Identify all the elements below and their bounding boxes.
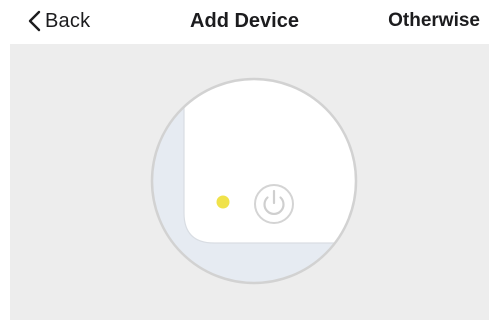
chevron-left-icon bbox=[28, 10, 41, 32]
indicator-light-icon bbox=[216, 195, 230, 209]
otherwise-button[interactable]: Otherwise bbox=[388, 7, 480, 35]
back-button[interactable]: Back bbox=[28, 7, 90, 35]
device-illustration bbox=[150, 77, 358, 285]
power-icon bbox=[254, 184, 294, 224]
illustration-panel bbox=[10, 44, 489, 320]
back-label: Back bbox=[45, 9, 91, 32]
navigation-bar: Back Add Device Otherwise bbox=[0, 0, 489, 42]
add-device-screen: Back Add Device Otherwise bbox=[0, 0, 489, 320]
